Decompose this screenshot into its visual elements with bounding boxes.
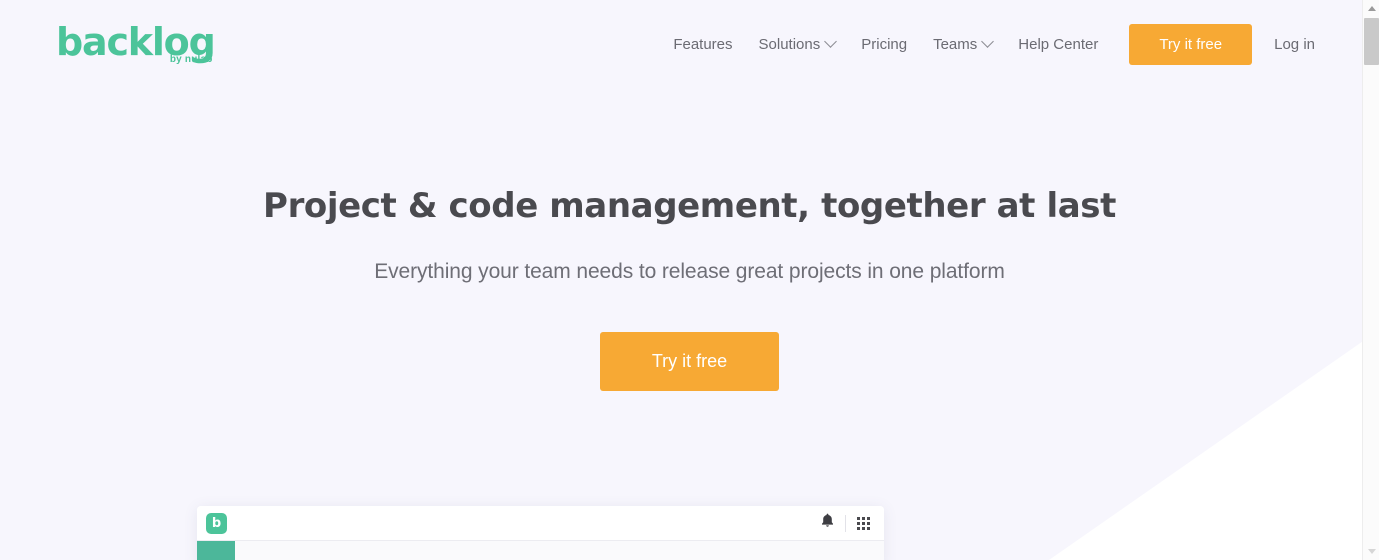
hero-subheadline: Everything your team needs to release gr…	[374, 259, 1005, 283]
app-preview-topbar: b	[197, 506, 884, 541]
site-header: backlog by nulab Features Solutions Pric…	[0, 0, 1379, 88]
grid-dot	[857, 526, 860, 530]
scrollbar-thumb[interactable]	[1364, 18, 1379, 65]
login-link[interactable]: Log in	[1266, 28, 1323, 61]
nav-label-solutions: Solutions	[758, 35, 821, 53]
hero-headline: Project & code management, together at l…	[263, 186, 1116, 226]
app-logo-tile[interactable]: b	[206, 512, 227, 534]
bell-icon[interactable]	[821, 513, 834, 533]
triangle-down-glyph	[1367, 549, 1376, 554]
topbar-divider	[845, 514, 846, 532]
nav-item-pricing[interactable]: Pricing	[848, 28, 920, 61]
nav-label-features: Features	[673, 35, 733, 53]
app-preview-topbar-actions	[821, 513, 870, 533]
app-preview-content	[235, 541, 884, 560]
app-preview-sidebar	[197, 541, 235, 560]
nav-item-help-center[interactable]: Help Center	[1005, 28, 1111, 61]
scroll-down-arrow-icon[interactable]	[1363, 543, 1379, 560]
grid-dot	[857, 516, 860, 520]
hero-try-it-free-button[interactable]: Try it free	[599, 331, 780, 391]
nav-item-features[interactable]: Features	[660, 28, 745, 61]
header-try-it-free-button[interactable]: Try it free	[1129, 23, 1253, 65]
grid-dot	[867, 521, 870, 525]
grid-dot	[862, 526, 865, 530]
grid-dot	[862, 516, 865, 520]
app-preview-mock: b	[197, 506, 884, 560]
grid-dot	[857, 521, 860, 525]
grid-icon[interactable]	[857, 516, 870, 530]
backlog-logo[interactable]: backlog by nulab	[56, 23, 216, 65]
chevron-down-icon	[824, 34, 838, 48]
app-preview-body	[197, 541, 884, 560]
page-scrollbar[interactable]	[1362, 0, 1379, 560]
hero-section: Project & code management, together at l…	[0, 88, 1379, 391]
grid-dot	[867, 516, 870, 520]
nav-label-teams: Teams	[933, 35, 978, 53]
nav-label-pricing: Pricing	[861, 35, 908, 53]
nav-item-solutions[interactable]: Solutions	[746, 28, 849, 61]
scroll-up-arrow-icon[interactable]	[1363, 0, 1379, 17]
chevron-down-icon	[981, 34, 995, 48]
main-navigation: Features Solutions Pricing Teams Help Ce…	[660, 23, 1323, 65]
logo-tagline: by nulab	[169, 54, 213, 65]
page-root: backlog by nulab Features Solutions Pric…	[0, 0, 1379, 560]
nav-item-teams[interactable]: Teams	[920, 28, 1005, 61]
triangle-up-glyph	[1367, 6, 1376, 11]
nav-label-help-center: Help Center	[1018, 35, 1099, 53]
grid-dot	[867, 526, 870, 530]
grid-dot	[862, 521, 865, 525]
